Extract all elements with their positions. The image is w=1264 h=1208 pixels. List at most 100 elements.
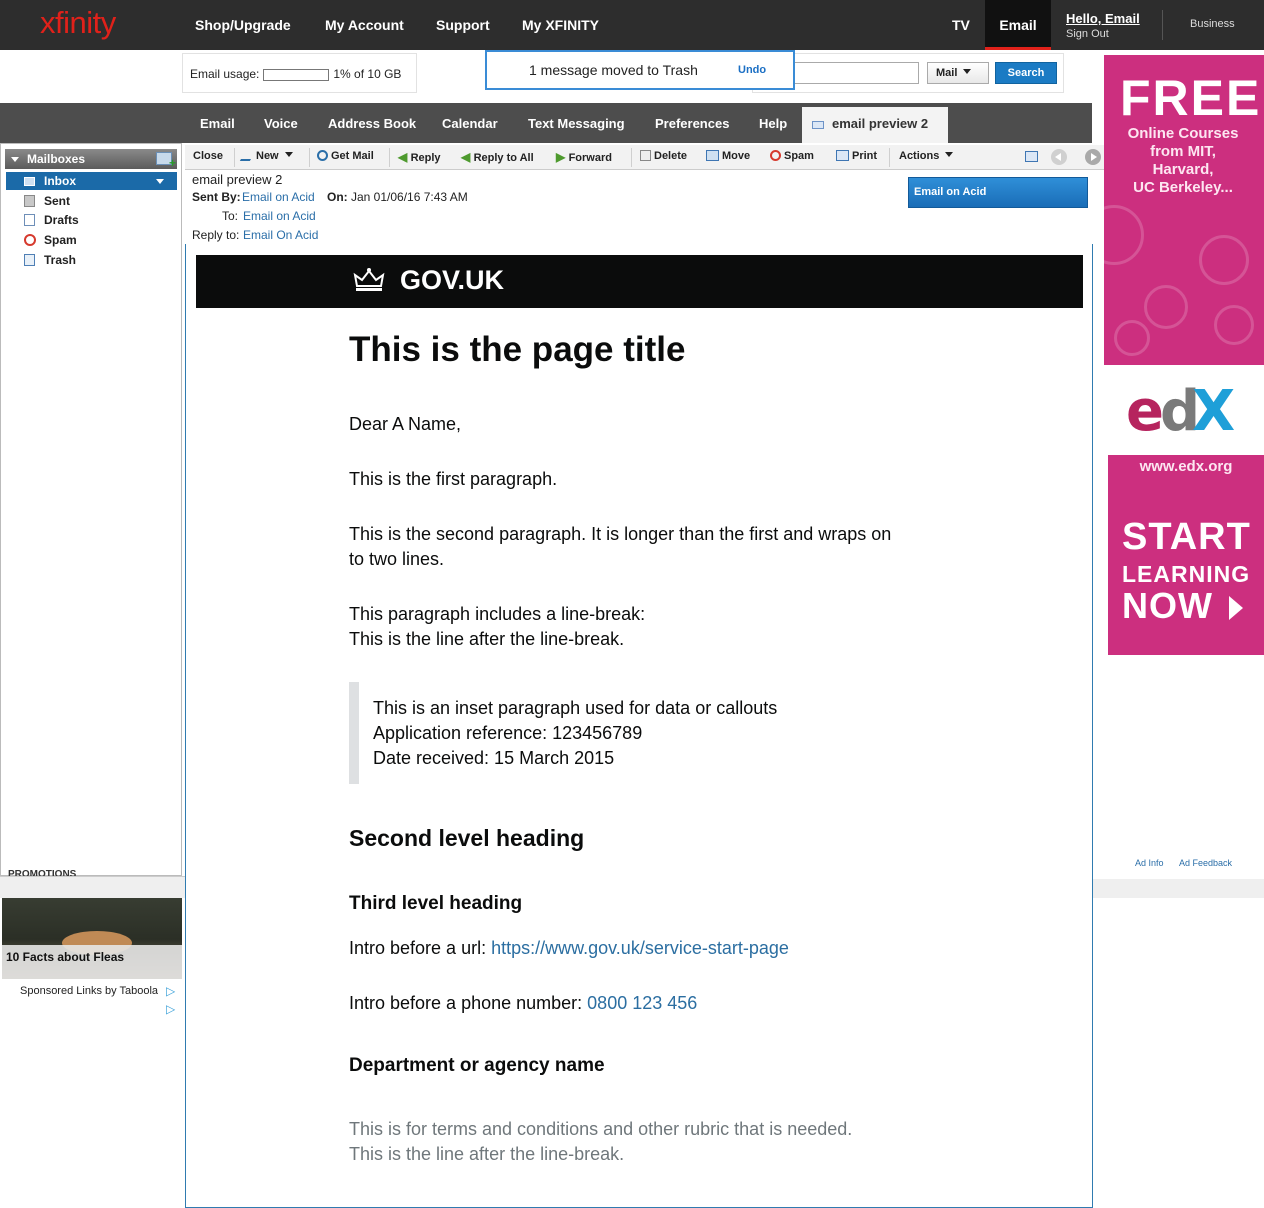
tab-preferences[interactable]: Preferences <box>655 116 729 131</box>
new-button[interactable]: New <box>239 150 293 162</box>
department-name: Department or agency name <box>349 1055 605 1076</box>
edx-logo-e: e <box>1126 379 1164 444</box>
folder-inbox[interactable]: Inbox <box>6 172 177 190</box>
sender-link[interactable]: Email on Acid <box>242 190 315 204</box>
folder-sent[interactable]: Sent <box>6 192 177 210</box>
search-button[interactable]: Search <box>995 62 1057 84</box>
message-toolbar: Close New Get Mail ◀ Reply ◀ Reply to Al… <box>185 145 1108 170</box>
promo-image[interactable]: 10 Facts about Fleas <box>2 891 182 979</box>
promo-caption[interactable]: 10 Facts about Fleas <box>2 945 182 979</box>
top-bar: xfinity Shop/Upgrade My Account Support … <box>0 0 1264 50</box>
undo-link[interactable]: Undo <box>738 64 766 76</box>
tab-voice[interactable]: Voice <box>264 116 298 131</box>
nav-my-account[interactable]: My Account <box>325 17 404 33</box>
folder-label: Sent <box>44 194 71 208</box>
close-button[interactable]: Close <box>193 150 223 162</box>
next-message-icon[interactable] <box>1085 149 1101 165</box>
move-button[interactable]: Move <box>706 150 750 162</box>
folder-spam[interactable]: Spam <box>6 231 177 249</box>
inset-line-3: Date received: 15 March 2015 <box>373 748 615 768</box>
reply-label: Reply <box>410 152 441 164</box>
trash-icon <box>24 254 35 266</box>
search-scope-select[interactable]: Mail <box>927 62 989 84</box>
reply-to-link[interactable]: Email On Acid <box>243 228 318 242</box>
email-usage: Email usage: 1% of 10 GB <box>182 53 417 93</box>
recipient-link[interactable]: Email on Acid <box>243 209 316 223</box>
forward-label: Forward <box>568 152 612 164</box>
email-usage-label: Email usage: <box>190 67 260 81</box>
url-paragraph: Intro before a url: https://www.gov.uk/s… <box>349 936 789 961</box>
user-greeting[interactable]: Hello, Email <box>1066 11 1140 26</box>
phone-paragraph: Intro before a phone number: 0800 123 45… <box>349 991 697 1016</box>
notification-toast: 1 message moved to Trash Undo <box>485 50 795 90</box>
folder-drafts[interactable]: Drafts <box>6 211 177 229</box>
terms-line-1: This is for terms and conditions and oth… <box>349 1119 853 1139</box>
ad-banner-top[interactable]: FREE Online Courses from MIT, Harvard, U… <box>1104 55 1264 365</box>
sponsored-links[interactable]: Sponsored Links by Taboola <box>20 985 158 997</box>
adchoices-icon[interactable]: ▷ <box>166 984 178 998</box>
ad-banner-bottom[interactable]: www.edx.org START LEARNING NOW <box>1108 455 1264 655</box>
gov-uk-logo[interactable]: GOV.UK <box>400 265 504 296</box>
sign-out-link[interactable]: Sign Out <box>1066 28 1109 40</box>
adchoices-icon[interactable]: ▷ <box>166 1002 178 1016</box>
sent-icon <box>24 195 35 207</box>
nav-support[interactable]: Support <box>436 17 490 33</box>
add-folder-icon[interactable] <box>156 152 176 170</box>
nav-tv[interactable]: TV <box>952 17 970 33</box>
tab-email-preview[interactable]: email preview 2 <box>802 107 948 143</box>
chevron-down-icon[interactable] <box>156 179 164 184</box>
spam-button[interactable]: Spam <box>770 150 814 162</box>
folder-trash[interactable]: Trash <box>6 251 177 269</box>
panel-footer <box>1093 879 1264 898</box>
tab-calendar[interactable]: Calendar <box>442 116 498 131</box>
nav-email[interactable]: Email <box>985 0 1051 50</box>
tab-help[interactable]: Help <box>759 116 787 131</box>
delete-button[interactable]: Delete <box>640 150 687 162</box>
search-scope-label: Mail <box>936 67 958 79</box>
ad-headline: FREE <box>1120 70 1262 126</box>
nav-shop-upgrade[interactable]: Shop/Upgrade <box>195 17 291 33</box>
ad-courses-line: Online Courses <box>1127 125 1239 142</box>
tab-email-preview-label: email preview 2 <box>832 116 929 131</box>
panel-footer <box>0 876 186 898</box>
reply-button[interactable]: ◀ Reply <box>398 150 441 164</box>
email-usage-value: 1% of 10 GB <box>333 67 402 81</box>
forward-button[interactable]: ▶ Forward <box>556 150 612 164</box>
tab-email[interactable]: Email <box>200 116 235 131</box>
ad-feedback-link[interactable]: Ad Feedback <box>1179 858 1232 868</box>
tab-text-messaging[interactable]: Text Messaging <box>528 116 625 131</box>
inbox-icon <box>24 177 35 186</box>
mailboxes-header[interactable]: Mailboxes <box>5 149 177 170</box>
delete-label: Delete <box>654 150 688 162</box>
ad-courses-line: Harvard, <box>1152 161 1214 178</box>
actions-label: Actions <box>899 150 940 162</box>
nav-my-xfinity[interactable]: My XFINITY <box>522 17 599 33</box>
edx-ad[interactable]: FREE Online Courses from MIT, Harvard, U… <box>1104 55 1264 655</box>
tab-address-book[interactable]: Address Book <box>328 116 416 131</box>
message-subject: email preview 2 <box>192 172 283 187</box>
paragraph-3-line-2: This is the line after the line-break. <box>349 629 625 649</box>
edx-logo[interactable]: e d X <box>1108 365 1264 455</box>
folder-label: Spam <box>44 233 77 247</box>
nav-business[interactable]: Business <box>1190 18 1235 30</box>
service-link[interactable]: https://www.gov.uk/service-start-page <box>491 938 789 958</box>
get-mail-button[interactable]: Get Mail <box>317 150 374 162</box>
mailboxes-label: Mailboxes <box>27 152 86 166</box>
usage-meter <box>263 68 330 81</box>
ad-courses-line: from MIT, <box>1150 143 1216 160</box>
actions-dropdown[interactable]: Actions <box>899 150 954 162</box>
collapse-icon[interactable] <box>11 157 19 162</box>
view-toggle-icon[interactable] <box>1025 151 1038 162</box>
ad-courses-line: UC Berkeley... <box>1133 179 1233 196</box>
print-button[interactable]: Print <box>836 150 877 162</box>
previous-message-icon[interactable] <box>1051 149 1067 165</box>
phone-link[interactable]: 0800 123 456 <box>587 993 697 1013</box>
play-arrow-icon <box>1229 596 1243 620</box>
ad-cta-learning: LEARNING <box>1122 561 1251 587</box>
sender-contact-button[interactable]: Email on Acid <box>908 177 1088 208</box>
reply-all-button[interactable]: ◀ Reply to All <box>461 150 534 164</box>
xfinity-logo[interactable]: xfinity <box>40 5 116 41</box>
print-label: Print <box>852 150 878 162</box>
ad-info-link[interactable]: Ad Info <box>1135 858 1164 868</box>
reply-all-icon: ◀ <box>461 150 474 164</box>
